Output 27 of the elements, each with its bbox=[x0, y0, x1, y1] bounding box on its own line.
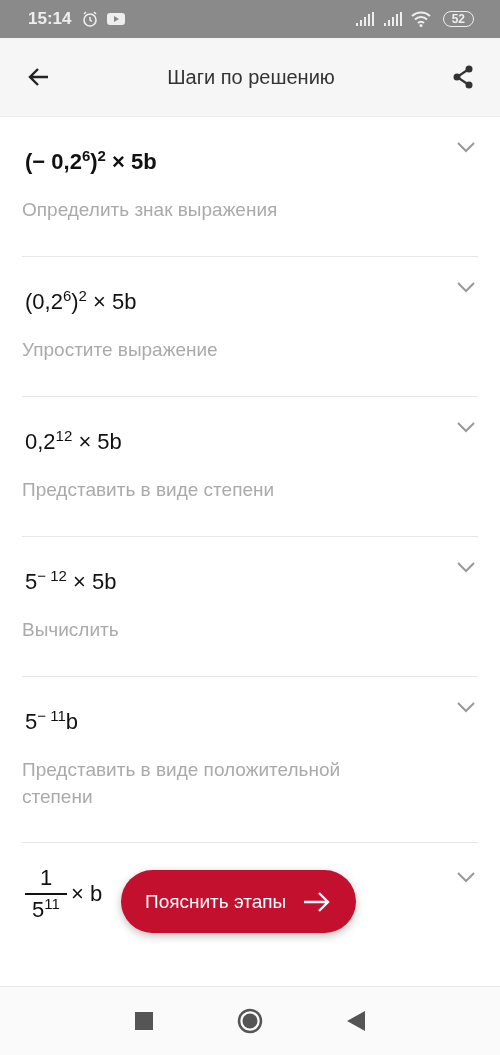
step-description: Вычислить bbox=[22, 618, 120, 643]
step-description: Представить в виде положительной степени bbox=[22, 758, 342, 809]
signal-icon bbox=[382, 12, 403, 26]
home-icon[interactable] bbox=[237, 1008, 263, 1034]
video-play-icon bbox=[107, 12, 126, 26]
wifi-icon bbox=[410, 11, 431, 27]
clock-time: 15:14 bbox=[28, 9, 72, 29]
chevron-down-icon[interactable] bbox=[456, 141, 476, 153]
math-expression: (0,2$^{6}$)$^{2}$ × 5b bbox=[24, 285, 137, 316]
explain-steps-button[interactable]: Пояснить этапы bbox=[121, 870, 357, 933]
step-description: Упростите выражение bbox=[22, 338, 219, 363]
math-expression: 1 5$^{11}$ × b bbox=[22, 865, 103, 924]
math-expression: 5$^{− 12}$ × 5b bbox=[24, 565, 117, 596]
math-expression: (− 0,2$^{6}$)$^{2}$ × 5b bbox=[24, 146, 157, 176]
chevron-down-icon[interactable] bbox=[456, 280, 476, 293]
back-icon[interactable] bbox=[347, 1011, 365, 1031]
step-description: Определить знак выражения bbox=[22, 198, 279, 223]
math-expression: 0,2$^{12}$ × 5b bbox=[24, 425, 122, 456]
alarm-clock-icon bbox=[81, 10, 100, 28]
chevron-down-icon[interactable] bbox=[456, 560, 476, 573]
chevron-down-icon[interactable] bbox=[456, 871, 476, 884]
math-expression: 5$^{− 11}$b bbox=[24, 705, 78, 735]
chevron-down-icon[interactable] bbox=[456, 420, 476, 433]
screen-title: Шаги по решению bbox=[167, 65, 335, 89]
signal-icon bbox=[354, 12, 375, 26]
chevron-down-icon[interactable] bbox=[456, 700, 476, 713]
step-description: Представить в виде степени bbox=[22, 478, 276, 503]
